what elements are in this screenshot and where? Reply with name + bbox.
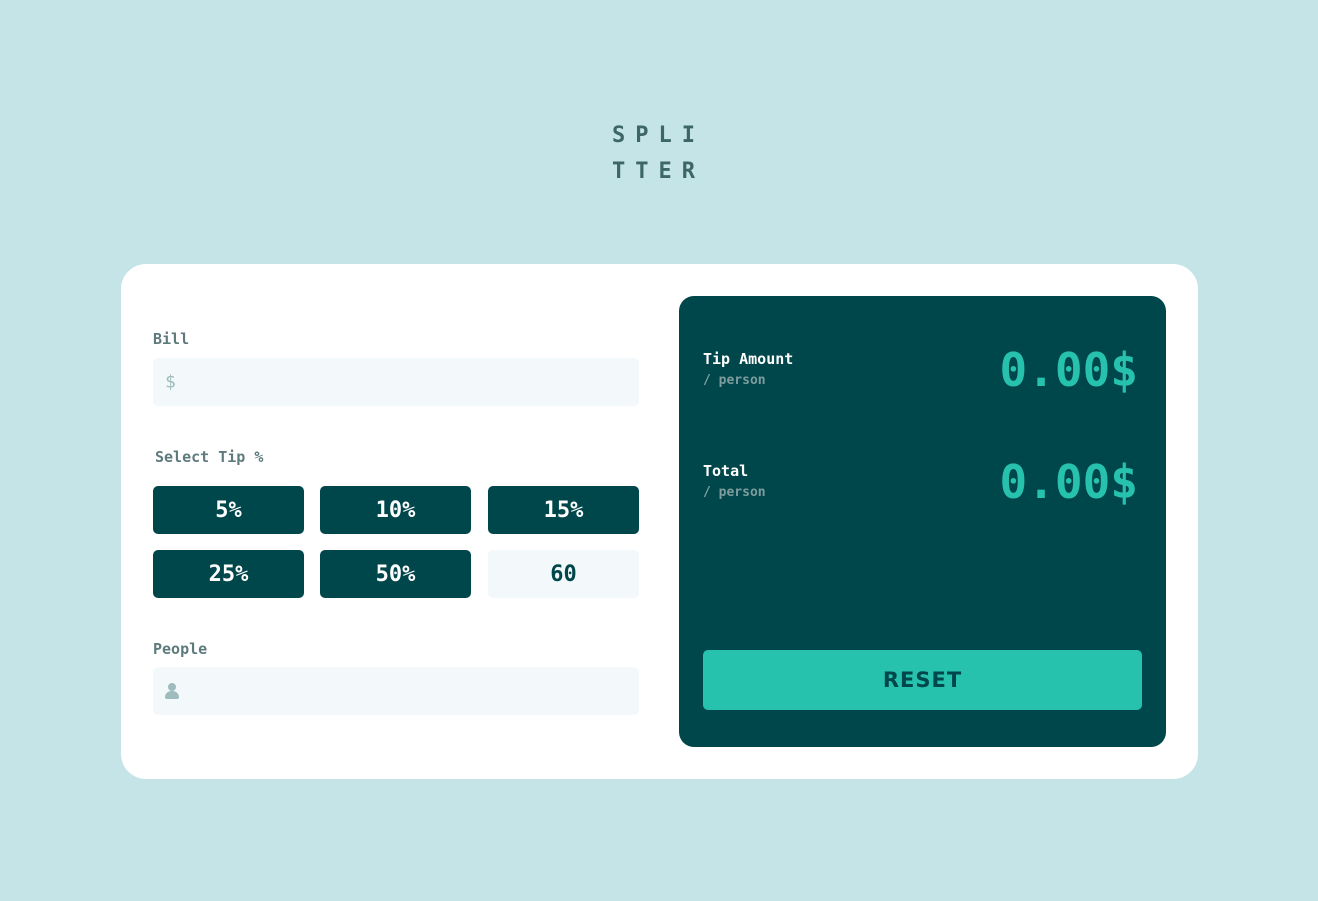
tip-option-10[interactable]: 10% xyxy=(320,486,471,534)
app-logo: SPLI TTER xyxy=(612,118,712,190)
logo-line-2: TTER xyxy=(612,159,705,184)
dollar-icon: $ xyxy=(165,371,176,393)
person-icon xyxy=(165,683,179,699)
tip-amount-sub: / person xyxy=(703,373,766,388)
bill-input[interactable] xyxy=(197,358,623,406)
people-input[interactable] xyxy=(197,667,623,715)
people-label: People xyxy=(153,640,208,658)
select-tip-label: Select Tip % xyxy=(155,448,264,466)
tip-option-25[interactable]: 25% xyxy=(153,550,304,598)
calculator-card: Bill $ Select Tip % 5% 10% 15% 25% 50% 6… xyxy=(121,264,1198,779)
reset-button[interactable]: RESET xyxy=(703,650,1142,710)
total-title: Total xyxy=(703,462,749,480)
tip-custom-input[interactable]: 60 xyxy=(488,550,639,598)
tip-option-50[interactable]: 50% xyxy=(320,550,471,598)
tip-option-5[interactable]: 5% xyxy=(153,486,304,534)
total-value: 0.00$ xyxy=(999,455,1138,509)
tip-option-15[interactable]: 15% xyxy=(488,486,639,534)
tip-amount-title: Tip Amount xyxy=(703,350,794,368)
bill-field[interactable]: $ xyxy=(153,358,639,406)
results-panel: Tip Amount / person 0.00$ Total / person… xyxy=(679,296,1166,747)
logo-line-1: SPLI xyxy=(612,123,705,148)
people-field[interactable] xyxy=(153,667,639,715)
total-sub: / person xyxy=(703,485,766,500)
bill-label: Bill xyxy=(153,330,190,348)
tip-amount-value: 0.00$ xyxy=(999,343,1138,397)
